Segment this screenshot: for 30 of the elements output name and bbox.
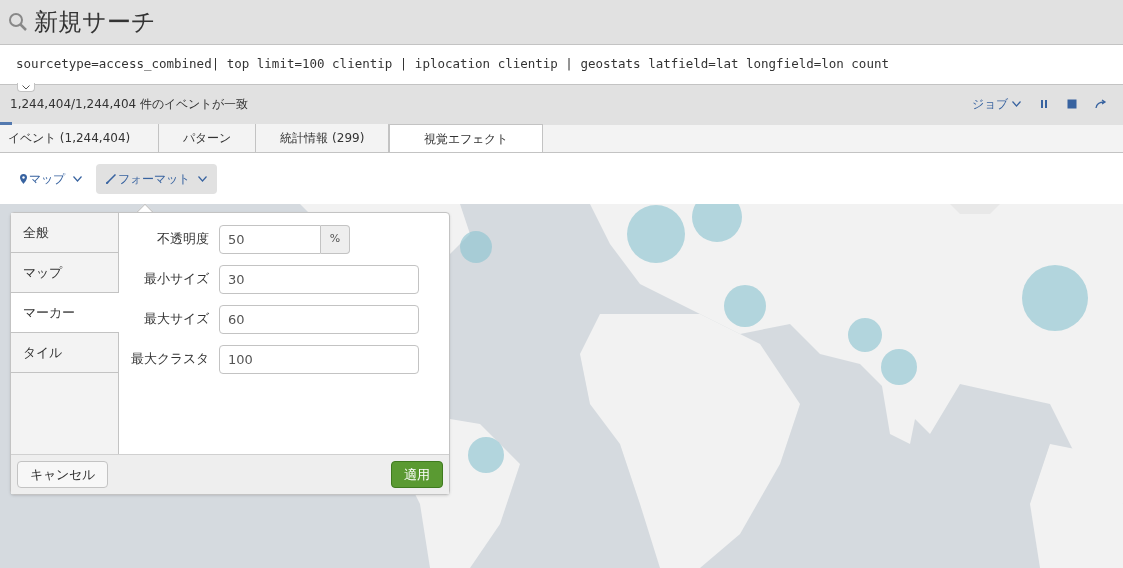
expand-toggle[interactable] — [17, 83, 35, 92]
tab[interactable]: 視覚エフェクト — [389, 124, 544, 152]
input-field[interactable]: 60 — [219, 305, 419, 334]
format-menu[interactable]: フォーマット — [96, 163, 217, 194]
pin-icon — [20, 173, 27, 184]
panel-section-tab[interactable]: マーカー — [11, 293, 119, 333]
chevron-down-icon — [198, 175, 207, 182]
field-label: 最大クラスタ — [130, 350, 209, 369]
input-field[interactable]: 100 — [219, 345, 419, 374]
chevron-icon — [22, 84, 30, 90]
input-suffix: % — [321, 225, 350, 254]
pause-icon[interactable] — [1039, 99, 1049, 109]
brush-icon — [106, 173, 116, 184]
field-label: 不透明度 — [156, 230, 209, 249]
cancel-button[interactable]: キャンセル — [17, 461, 108, 488]
field-label: 最大サイズ — [143, 310, 209, 329]
stop-icon[interactable] — [1067, 99, 1077, 109]
input-field[interactable]: 50 — [219, 225, 321, 254]
event-count: 1,244,404/1,244,404 件のイベントが一致 — [10, 96, 248, 113]
tab[interactable]: 統計情報 (299) — [256, 124, 390, 152]
input-field[interactable]: 30 — [219, 265, 419, 294]
job-menu[interactable]: ジョブ — [972, 95, 1021, 113]
share-icon[interactable] — [1095, 99, 1107, 109]
tab[interactable]: パターン — [159, 124, 257, 152]
map-menu[interactable]: マップ — [10, 163, 92, 194]
chevron-down-icon — [73, 175, 82, 182]
page-title: 新規サーチ — [34, 7, 156, 38]
search-icon — [8, 12, 28, 32]
field-label: 最小サイズ — [143, 270, 209, 289]
chevron-down-icon — [1012, 101, 1021, 107]
